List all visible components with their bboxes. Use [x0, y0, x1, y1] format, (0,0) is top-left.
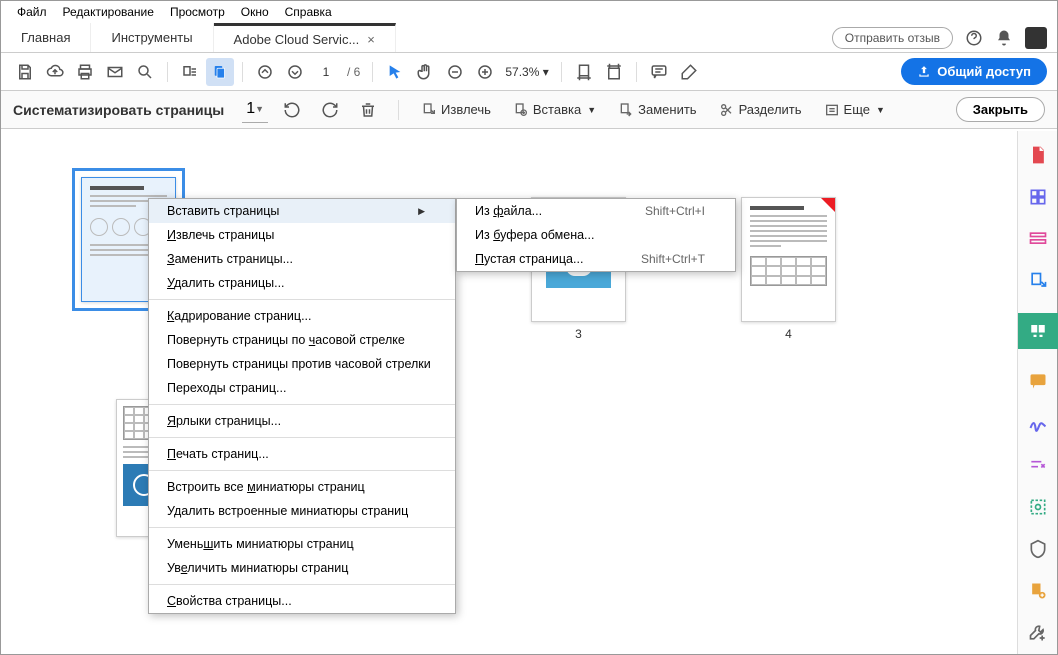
ctx-replace-pages[interactable]: Заменить страницы...: [149, 247, 455, 271]
chevron-right-icon: ▶: [418, 206, 425, 217]
organize-title: Систематизировать страницы: [13, 102, 224, 118]
ctx-insert-pages[interactable]: Вставить страницы▶: [149, 199, 455, 223]
pages-icon[interactable]: [176, 58, 204, 86]
share-button[interactable]: Общий доступ: [901, 58, 1047, 85]
ctx-insert-from-clipboard[interactable]: Из буфера обмена...: [457, 223, 735, 247]
sign-icon[interactable]: [1028, 413, 1048, 433]
pointer-icon[interactable]: [381, 58, 409, 86]
close-organize-button[interactable]: Закрыть: [956, 97, 1045, 122]
page-down-icon[interactable]: [281, 58, 309, 86]
page-range-dropdown[interactable]: 1 ▼: [242, 96, 268, 123]
ctx-insert-from-file[interactable]: Из файла...Shift+Ctrl+I: [457, 199, 735, 223]
organize-toolbar: Систематизировать страницы 1 ▼ Извлечь В…: [1, 91, 1057, 129]
extract-button[interactable]: Извлечь: [415, 98, 497, 122]
chevron-down-icon: ▼: [876, 105, 885, 115]
context-submenu-insert: Из файла...Shift+Ctrl+I Из буфера обмена…: [456, 198, 736, 272]
more-tools-icon[interactable]: [1028, 623, 1048, 643]
page-number-input[interactable]: [311, 65, 341, 79]
shield-icon[interactable]: [1028, 539, 1048, 559]
print-icon[interactable]: [71, 58, 99, 86]
page-up-icon[interactable]: [251, 58, 279, 86]
avatar[interactable]: [1025, 27, 1047, 49]
zoom-in-icon[interactable]: [471, 58, 499, 86]
zoom-select[interactable]: 57.3% ▾: [501, 65, 552, 79]
menu-help[interactable]: Справка: [277, 2, 340, 22]
ctx-page-props[interactable]: Свойства страницы...: [149, 589, 455, 613]
insert-button[interactable]: Вставка▼: [507, 98, 602, 122]
cloud-upload-icon[interactable]: [41, 58, 69, 86]
menu-file[interactable]: Файл: [9, 2, 55, 22]
main-toolbar: / 6 57.3% ▾ Общий доступ: [1, 53, 1057, 91]
hand-icon[interactable]: [411, 58, 439, 86]
send-review-button[interactable]: Отправить отзыв: [832, 27, 953, 49]
ctx-reduce-thumbs[interactable]: Уменьшить миниатюры страниц: [149, 532, 455, 556]
rotate-cw-icon[interactable]: [316, 96, 344, 124]
rotate-ccw-icon[interactable]: [278, 96, 306, 124]
comment-tool-icon[interactable]: [1028, 371, 1048, 391]
thumbnails-icon[interactable]: [206, 58, 234, 86]
ctx-insert-blank[interactable]: Пустая страница...Shift+Ctrl+T: [457, 247, 735, 271]
highlight-icon[interactable]: [675, 58, 703, 86]
export-pdf-icon[interactable]: [1028, 145, 1048, 165]
mail-icon[interactable]: [101, 58, 129, 86]
tab-document[interactable]: Adobe Cloud Servic... ×: [214, 23, 396, 52]
thumbnail-page-4[interactable]: 4: [741, 197, 836, 322]
redact-icon[interactable]: [1028, 455, 1048, 475]
ctx-crop-pages[interactable]: Кадрирование страниц...: [149, 304, 455, 328]
save-icon[interactable]: [11, 58, 39, 86]
close-icon[interactable]: ×: [367, 32, 375, 47]
ctx-print-pages[interactable]: Печать страниц...: [149, 442, 455, 466]
fit-width-icon[interactable]: [570, 58, 598, 86]
ctx-transitions[interactable]: Переходы страниц...: [149, 376, 455, 400]
create-pdf-icon[interactable]: [1028, 187, 1048, 207]
ctx-delete-pages[interactable]: Удалить страницы...: [149, 271, 455, 295]
menu-view[interactable]: Просмотр: [162, 2, 233, 22]
tab-document-label: Adobe Cloud Servic...: [234, 32, 360, 47]
menu-window[interactable]: Окно: [233, 2, 277, 22]
page-total-label: / 6: [343, 65, 364, 79]
ctx-enlarge-thumbs[interactable]: Увеличить миниатюры страниц: [149, 556, 455, 580]
menu-edit[interactable]: Редактирование: [55, 2, 162, 22]
ctx-unembed-thumbs[interactable]: Удалить встроенные миниатюры страниц: [149, 499, 455, 523]
ctx-rotate-ccw[interactable]: Повернуть страницы против часовой стрелк…: [149, 352, 455, 376]
help-icon[interactable]: [965, 29, 983, 47]
context-menu: Вставить страницы▶ Извлечь страницы Заме…: [148, 198, 456, 614]
ctx-rotate-cw[interactable]: Повернуть страницы по часовой стрелке: [149, 328, 455, 352]
ctx-page-labels[interactable]: Ярлыки страницы...: [149, 409, 455, 433]
edit-pdf-icon[interactable]: [1028, 229, 1048, 249]
organize-pages-icon[interactable]: [1018, 313, 1058, 349]
right-panel: [1017, 131, 1057, 654]
menu-bar: Файл Редактирование Просмотр Окно Справк…: [1, 1, 1057, 23]
ctx-embed-thumbs[interactable]: Встроить все миниатюры страниц: [149, 475, 455, 499]
bell-icon[interactable]: [995, 29, 1013, 47]
tab-home[interactable]: Главная: [1, 23, 91, 52]
chevron-down-icon: ▼: [587, 105, 596, 115]
share-icon: [917, 65, 931, 79]
fit-page-icon[interactable]: [600, 58, 628, 86]
ctx-extract-pages[interactable]: Извлечь страницы: [149, 223, 455, 247]
comment-icon[interactable]: [645, 58, 673, 86]
optimize-icon[interactable]: [1028, 581, 1048, 601]
replace-button[interactable]: Заменить: [612, 98, 702, 122]
thumbnail-label: 4: [742, 327, 835, 341]
combine-icon[interactable]: [1028, 271, 1048, 291]
protect-icon[interactable]: [1028, 497, 1048, 517]
split-button[interactable]: Разделить: [713, 98, 808, 122]
zoom-out-icon[interactable]: [441, 58, 469, 86]
tab-home-label: Главная: [21, 30, 70, 45]
trash-icon[interactable]: [354, 96, 382, 124]
tab-row: Главная Инструменты Adobe Cloud Servic..…: [1, 23, 1057, 53]
tab-tools-label: Инструменты: [111, 30, 192, 45]
tab-tools[interactable]: Инструменты: [91, 23, 213, 52]
more-button[interactable]: Еще▼: [818, 98, 891, 122]
search-icon[interactable]: [131, 58, 159, 86]
thumbnail-label: 3: [532, 327, 625, 341]
